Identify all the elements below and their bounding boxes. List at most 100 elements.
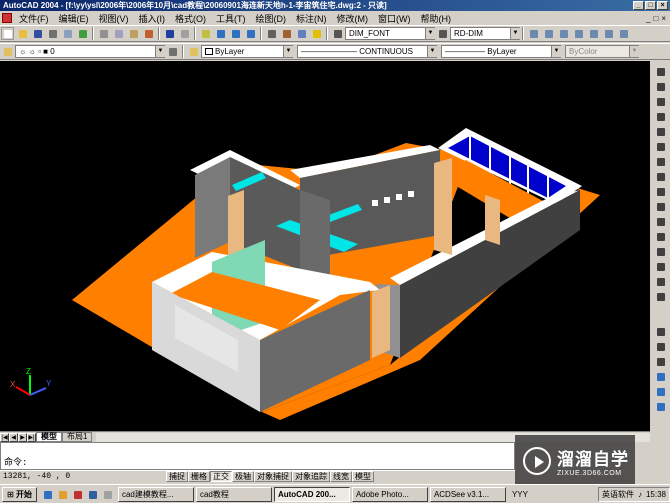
menu-edit[interactable]: 编辑(E): [54, 12, 94, 25]
view-top-icon[interactable]: [542, 27, 555, 40]
open-icon[interactable]: [16, 27, 29, 40]
modify-copy-icon[interactable]: [654, 340, 667, 353]
osnap-toggle[interactable]: 对象捕捉: [254, 471, 292, 482]
copy-icon[interactable]: [112, 27, 125, 40]
designcenter-icon[interactable]: [280, 27, 293, 40]
start-button[interactable]: ⊞ 开始: [2, 486, 37, 502]
undo-icon[interactable]: [163, 27, 176, 40]
dimstyle-select[interactable]: DIM_FONT ▼: [345, 27, 435, 40]
toolpalette-icon[interactable]: [295, 27, 308, 40]
plotstyle-select[interactable]: ByColor ▼: [565, 45, 639, 58]
menu-view[interactable]: 视图(V): [94, 12, 134, 25]
point-icon[interactable]: [654, 245, 667, 258]
make-current-icon[interactable]: [187, 45, 200, 58]
doc-close-button[interactable]: ×: [661, 14, 666, 23]
region-icon[interactable]: [654, 275, 667, 288]
command-line[interactable]: 命令:: [0, 442, 515, 470]
doc-minimize-button[interactable]: _: [646, 14, 650, 23]
snap-toggle[interactable]: 捕捉: [166, 471, 188, 482]
doc-restore-button[interactable]: □: [653, 14, 658, 23]
layer-select[interactable]: ☼ ☼ ▫ ■ 0 ▼: [15, 45, 165, 58]
ellipse-icon[interactable]: [654, 200, 667, 213]
spline-icon[interactable]: [654, 185, 667, 198]
polyline-icon[interactable]: [654, 95, 667, 108]
paste-icon[interactable]: [127, 27, 140, 40]
polar-toggle[interactable]: 极轴: [232, 471, 254, 482]
dimstyle-manager-icon[interactable]: [331, 27, 344, 40]
arc-icon[interactable]: [654, 140, 667, 153]
menu-modify[interactable]: 修改(M): [332, 12, 374, 25]
tablestyle-select[interactable]: RD-DIM ▼: [450, 27, 520, 40]
view-front-icon[interactable]: [557, 27, 570, 40]
task-cad-modeling[interactable]: cad建模教程...: [117, 486, 194, 502]
app2-icon[interactable]: [86, 488, 99, 501]
ortho-toggle[interactable]: 正交: [210, 471, 232, 482]
matchprop-icon[interactable]: [142, 27, 155, 40]
view-iso2-icon[interactable]: [617, 27, 630, 40]
tab-model[interactable]: 模型: [36, 432, 62, 442]
task-cad-tutorial[interactable]: cad教程: [195, 486, 272, 502]
view-iso-icon[interactable]: [602, 27, 615, 40]
desktop-icon[interactable]: [56, 488, 69, 501]
linetype-select[interactable]: ——————— CONTINUOUS ▼: [297, 45, 437, 58]
color-select[interactable]: ByLayer ▼: [201, 45, 293, 58]
task-autocad[interactable]: AutoCAD 200...: [273, 486, 350, 502]
layer-previous-icon[interactable]: [166, 45, 179, 58]
new-icon[interactable]: [1, 27, 14, 40]
view-left-icon[interactable]: [572, 27, 585, 40]
task-photoshop[interactable]: Adobe Photo...: [351, 486, 428, 502]
orbit-icon[interactable]: [654, 400, 667, 413]
hatch-icon[interactable]: [654, 260, 667, 273]
redo-icon[interactable]: [178, 27, 191, 40]
close-button[interactable]: ×: [657, 1, 668, 10]
ime-indicator[interactable]: YYY: [512, 490, 528, 499]
cut-icon[interactable]: [97, 27, 110, 40]
save-icon[interactable]: [31, 27, 44, 40]
volume-icon[interactable]: ♪: [638, 490, 642, 499]
drawing-area[interactable]: Z X Y: [0, 61, 650, 431]
app-icon[interactable]: [71, 488, 84, 501]
pan-icon[interactable]: [199, 27, 212, 40]
modify-mirror-icon[interactable]: [654, 355, 667, 368]
menu-help[interactable]: 帮助(H): [416, 12, 457, 25]
preview-icon[interactable]: [61, 27, 74, 40]
rectangle-icon[interactable]: [654, 125, 667, 138]
tab-layout1[interactable]: 布局1: [62, 432, 93, 442]
render-icon[interactable]: [654, 370, 667, 383]
menu-dimension[interactable]: 标注(N): [291, 12, 332, 25]
view-right-icon[interactable]: [587, 27, 600, 40]
app3-icon[interactable]: [101, 488, 114, 501]
model-toggle[interactable]: 模型: [352, 471, 374, 482]
tab-first-button[interactable]: |◀: [0, 432, 9, 442]
help-icon[interactable]: [310, 27, 323, 40]
print-icon[interactable]: [46, 27, 59, 40]
document-icon[interactable]: [2, 13, 12, 23]
circle-icon[interactable]: [654, 155, 667, 168]
construction-line-icon[interactable]: [654, 80, 667, 93]
line-icon[interactable]: [654, 65, 667, 78]
properties-icon[interactable]: [265, 27, 278, 40]
layer-manager-icon[interactable]: [1, 45, 14, 58]
input-method[interactable]: 英语软件: [602, 489, 634, 500]
zoom-previous-icon[interactable]: [244, 27, 257, 40]
publish-icon[interactable]: [76, 27, 89, 40]
shade-icon[interactable]: [654, 385, 667, 398]
insert-block-icon[interactable]: [654, 215, 667, 228]
menu-file[interactable]: 文件(F): [14, 12, 54, 25]
modify-erase-icon[interactable]: [654, 325, 667, 338]
task-acdsee[interactable]: ACDSee v3.1...: [429, 486, 506, 502]
revcloud-icon[interactable]: [654, 170, 667, 183]
menu-tools[interactable]: 工具(T): [211, 12, 251, 25]
grid-toggle[interactable]: 栅格: [188, 471, 210, 482]
menu-draw[interactable]: 绘图(D): [251, 12, 292, 25]
zoom-realtime-icon[interactable]: [214, 27, 227, 40]
polygon-icon[interactable]: [654, 110, 667, 123]
lineweight-select[interactable]: ————— ByLayer ▼: [441, 45, 561, 58]
maximize-button[interactable]: □: [645, 1, 656, 10]
tablestyle-manager-icon[interactable]: [436, 27, 449, 40]
menu-insert[interactable]: 插入(I): [134, 12, 171, 25]
tab-prev-button[interactable]: ◀: [9, 432, 18, 442]
tab-next-button[interactable]: ▶: [18, 432, 27, 442]
coordinate-readout[interactable]: 13281, -40 , 0: [0, 472, 166, 481]
ie-icon[interactable]: [41, 488, 54, 501]
